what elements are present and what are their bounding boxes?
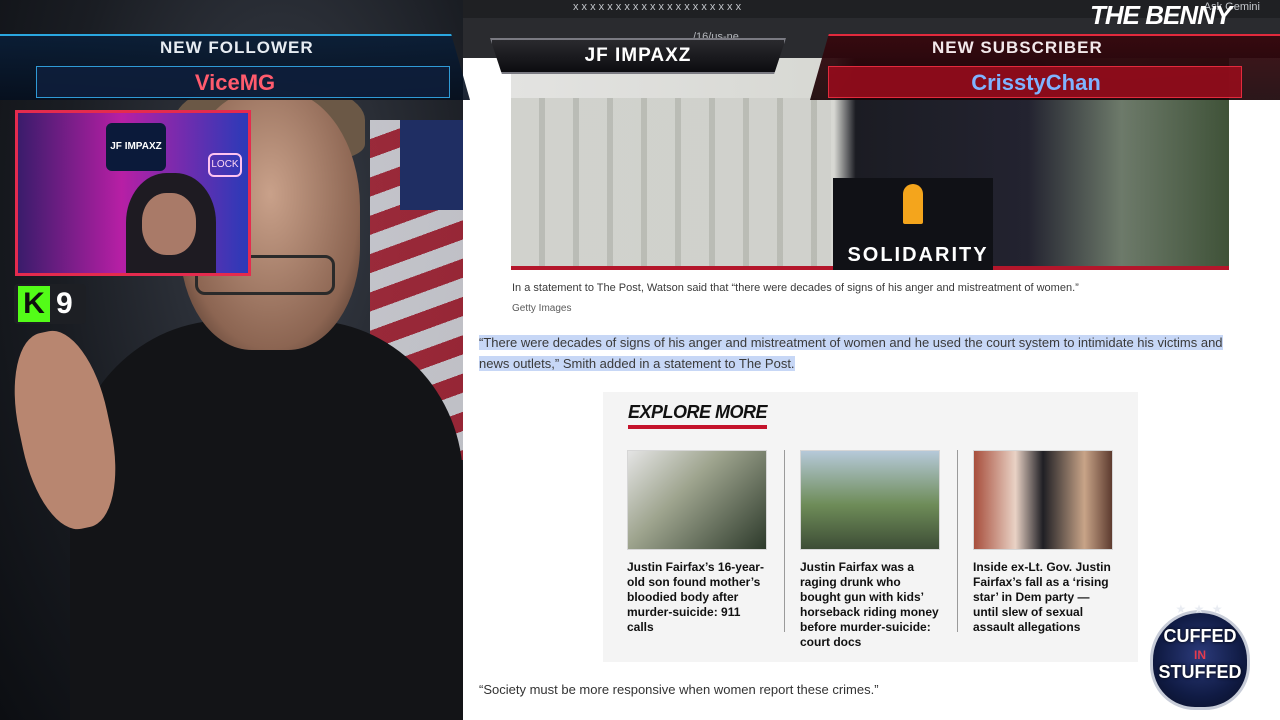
benny-logo: THE BENNY xyxy=(1090,0,1232,30)
article-hero-image: SOLIDARITY xyxy=(511,58,1229,270)
inset-lock-sign: LOCK xyxy=(208,153,242,177)
badge-text-top: CUFFED xyxy=(1163,626,1237,646)
badge-text-bottom: STUFFED xyxy=(1158,662,1242,682)
card-title[interactable]: Justin Fairfax was a raging drunk who bo… xyxy=(800,560,942,650)
image-credit: Getty Images xyxy=(512,303,572,314)
card-divider xyxy=(784,450,785,632)
card-thumbnail[interactable] xyxy=(973,450,1113,550)
kick-viewer-count: K 9 xyxy=(14,284,86,324)
kick-count: 9 xyxy=(56,287,73,320)
kick-icon: K xyxy=(18,286,50,322)
explore-card[interactable]: Inside ex-Lt. Gov. Justin Fairfax’s fall… xyxy=(973,450,1115,635)
explore-more-title: EXPLORE MORE xyxy=(628,402,768,429)
inset-face xyxy=(142,193,196,255)
badge-text-mid: IN xyxy=(1194,648,1206,662)
explore-card[interactable]: Justin Fairfax was a raging drunk who bo… xyxy=(800,450,942,650)
podium-sign: SOLIDARITY xyxy=(847,244,989,266)
explore-card[interactable]: Justin Fairfax’s 16-year-old son found m… xyxy=(627,450,769,635)
selected-text[interactable]: “There were decades of signs of his ange… xyxy=(479,335,1223,371)
url-text[interactable]: /16/us-ne xyxy=(693,31,739,43)
card-thumbnail[interactable] xyxy=(627,450,767,550)
inset-logo: JF IMPAXZ xyxy=(106,123,166,171)
flag-canton xyxy=(400,120,463,210)
card-thumbnail[interactable] xyxy=(800,450,940,550)
webcam-inset: JF IMPAXZ LOCK xyxy=(15,110,251,276)
streamer-camera xyxy=(0,0,463,720)
ribbon-icon xyxy=(903,184,923,224)
article-paragraph: “Society must be more responsive when wo… xyxy=(479,682,879,697)
badge-stars: ★ ★ ★ xyxy=(1175,602,1225,616)
card-title[interactable]: Justin Fairfax’s 16-year-old son found m… xyxy=(627,560,769,635)
cuffed-in-stuffed-badge: ★ ★ ★ CUFFED IN STUFFED xyxy=(1134,602,1266,714)
explore-more-module: EXPLORE MORE Justin Fairfax’s 16-year-ol… xyxy=(603,392,1138,662)
tab-close-icons[interactable]: x x x x x x x x x x x x x x x x x x x x xyxy=(573,1,741,13)
article-paragraph[interactable]: “There were decades of signs of his ange… xyxy=(479,332,1254,374)
capitol-building xyxy=(511,98,831,266)
card-title[interactable]: Inside ex-Lt. Gov. Justin Fairfax’s fall… xyxy=(973,560,1115,635)
stream-frame: JF IMPAXZ LOCK K 9 x x x x x x x x x x x… xyxy=(0,0,1280,720)
image-caption: In a statement to The Post, Watson said … xyxy=(512,282,1079,294)
card-divider xyxy=(957,450,958,632)
streamer-body xyxy=(70,320,463,720)
